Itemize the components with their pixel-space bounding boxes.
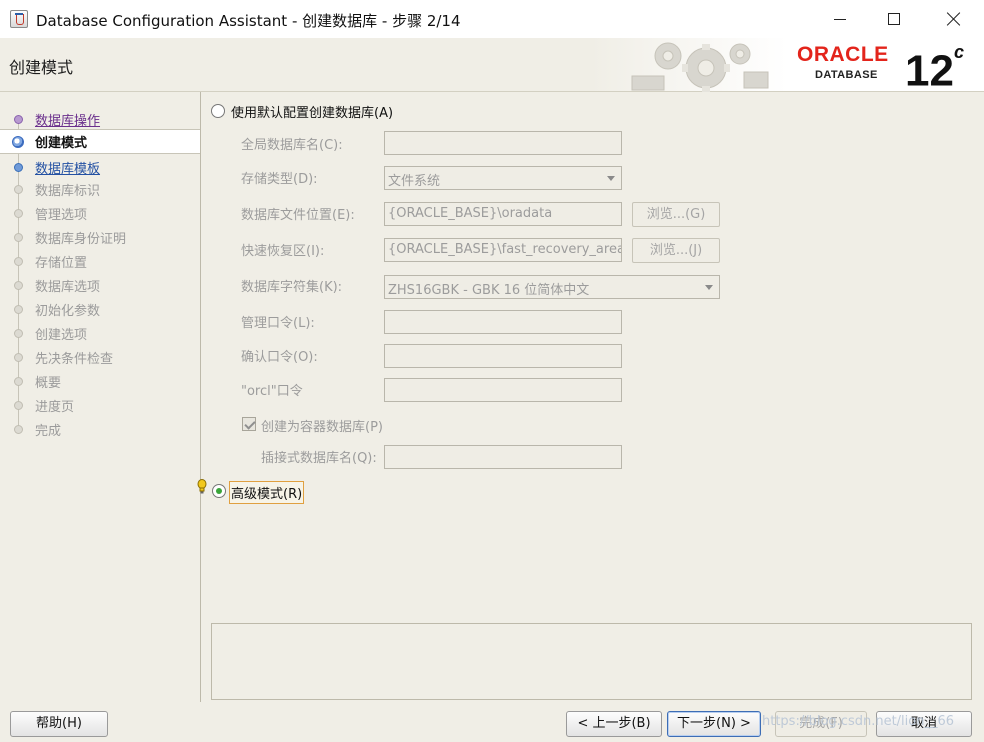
step-dot-icon	[14, 280, 23, 290]
chevron-down-icon	[705, 285, 713, 290]
step-label: 管理选项	[35, 207, 88, 223]
step-item-db-options: 数据库选项	[0, 274, 200, 296]
fast-recovery-input[interactable]: {ORACLE_BASE}\fast_recovery_area	[384, 238, 622, 262]
step-item-finish: 完成	[0, 418, 200, 440]
step-label: 先决条件检查	[35, 351, 114, 367]
container-db-label: 创建为容器数据库(P)	[261, 420, 383, 435]
global-db-name-label: 全局数据库名(C):	[241, 138, 343, 153]
charset-label: 数据库字符集(K):	[241, 280, 343, 295]
window-title: Database Configuration Assistant - 创建数据库…	[36, 12, 461, 30]
step-item-creation-options: 创建选项	[0, 322, 200, 344]
step-item-creation-mode[interactable]: 创建模式	[0, 129, 200, 154]
orcl-password-label: "orcl"口令	[241, 384, 303, 399]
back-button[interactable]: < 上一步(B)	[566, 711, 662, 737]
version-number: 12	[905, 46, 954, 96]
container-db-checkbox[interactable]	[242, 417, 256, 431]
oracle-logo: ORACLE DATABASE	[797, 44, 889, 81]
browse-fast-recovery-button[interactable]: 浏览...(J)	[632, 238, 720, 263]
step-dot-icon	[14, 208, 23, 218]
step-dot-icon	[14, 304, 23, 314]
charset-value: ZHS16GBK - GBK 16 位简体中文	[388, 283, 590, 298]
step-label: 完成	[35, 423, 62, 439]
advanced-mode-radio[interactable]	[212, 484, 226, 498]
version-suffix: c	[953, 42, 964, 62]
step-dot-icon	[14, 424, 23, 434]
pluggable-db-name-label: 插接式数据库名(Q):	[261, 451, 377, 466]
step-label: 概要	[35, 375, 62, 391]
step-label: 数据库操作	[35, 113, 101, 129]
page-title: 创建模式	[9, 58, 74, 77]
step-item-db-operation[interactable]: 数据库操作	[0, 108, 200, 130]
gears-decoration-icon	[631, 42, 769, 92]
java-app-icon	[10, 10, 28, 28]
next-button[interactable]: 下一步(N) >	[667, 711, 761, 737]
oracle-database-text: DATABASE	[815, 69, 878, 81]
default-config-label[interactable]: 使用默认配置创建数据库(A)	[231, 102, 393, 121]
close-icon	[947, 12, 961, 26]
minimize-button[interactable]	[814, 0, 866, 38]
step-dot-icon	[14, 162, 23, 172]
step-dot-icon	[14, 184, 23, 194]
chevron-down-icon	[607, 176, 615, 181]
lightbulb-hint-icon	[197, 479, 207, 494]
step-dot-icon	[14, 114, 23, 124]
step-dot-icon	[14, 232, 23, 242]
step-dot-icon	[14, 352, 23, 362]
db-file-location-label: 数据库文件位置(E):	[241, 208, 355, 223]
admin-password-input[interactable]	[384, 310, 622, 334]
storage-type-label: 存储类型(D):	[241, 172, 318, 187]
advanced-mode-label[interactable]: 高级模式(R)	[229, 481, 305, 504]
step-item-management-options: 管理选项	[0, 202, 200, 224]
pluggable-db-name-input[interactable]	[384, 445, 622, 469]
help-button[interactable]: 帮助(H)	[10, 711, 108, 737]
message-panel	[211, 623, 972, 700]
step-label: 进度页	[35, 399, 75, 415]
minimize-icon	[834, 18, 846, 20]
step-label: 数据库身份证明	[35, 231, 127, 247]
step-label: 创建选项	[35, 327, 88, 343]
default-config-radio[interactable]	[211, 104, 225, 118]
confirm-password-label: 确认口令(O):	[241, 350, 318, 365]
header-banner: 创建模式 ORACLE DATABASE 12c	[0, 38, 984, 95]
maximize-icon	[888, 13, 900, 25]
confirm-password-input[interactable]	[384, 344, 622, 368]
step-label: 数据库模板	[35, 161, 101, 177]
step-item-prereq-checks: 先决条件检查	[0, 346, 200, 368]
step-item-db-identification: 数据库标识	[0, 178, 200, 200]
step-dot-icon	[14, 328, 23, 338]
step-current-dot-icon	[12, 135, 24, 148]
storage-type-select[interactable]: 文件系统	[384, 166, 622, 190]
step-label: 创建模式	[35, 136, 88, 151]
step-item-db-credentials: 数据库身份证明	[0, 226, 200, 248]
step-dot-icon	[14, 376, 23, 386]
version-badge: 12c	[905, 40, 964, 96]
step-item-init-params: 初始化参数	[0, 298, 200, 320]
browse-file-location-button[interactable]: 浏览...(G)	[632, 202, 720, 227]
db-file-location-input[interactable]: {ORACLE_BASE}\oradata	[384, 202, 622, 226]
close-button[interactable]	[928, 0, 980, 38]
orcl-password-input[interactable]	[384, 378, 622, 402]
fast-recovery-label: 快速恢复区(I):	[241, 244, 325, 259]
oracle-logo-text: ORACLE	[797, 43, 889, 66]
step-item-storage-location: 存储位置	[0, 250, 200, 272]
step-item-summary: 概要	[0, 370, 200, 392]
step-item-progress: 进度页	[0, 394, 200, 416]
step-label: 数据库选项	[35, 279, 101, 295]
step-label: 存储位置	[35, 255, 88, 271]
global-db-name-input[interactable]	[384, 131, 622, 155]
maximize-button[interactable]	[868, 0, 920, 38]
step-item-db-template[interactable]: 数据库模板	[0, 156, 200, 178]
admin-password-label: 管理口令(L):	[241, 316, 315, 331]
step-label: 数据库标识	[35, 183, 101, 199]
step-dot-icon	[14, 400, 23, 410]
charset-select[interactable]: ZHS16GBK - GBK 16 位简体中文	[384, 275, 720, 299]
watermark-text: https://blog.csdn.net/lion__66	[762, 714, 955, 729]
storage-type-value: 文件系统	[388, 174, 441, 189]
title-bar: Database Configuration Assistant - 创建数据库…	[0, 0, 984, 38]
step-label: 初始化参数	[35, 303, 101, 319]
step-dot-icon	[14, 256, 23, 266]
